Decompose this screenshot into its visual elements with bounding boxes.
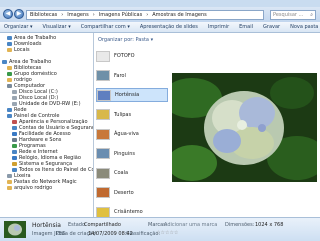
hydrangea-thumbnail [4, 221, 26, 238]
nav-item-label: Locais [14, 47, 30, 53]
folder-icon [12, 138, 17, 142]
search-icon[interactable]: ⌕ [310, 11, 313, 19]
folder-icon [7, 72, 12, 76]
image-thumbnail-icon [96, 109, 110, 120]
file-item[interactable]: Farol [96, 69, 168, 83]
navigation-pane[interactable]: Área de Trabalho Downloads Locais Área de T… [0, 33, 94, 217]
image-thumbnail-icon [96, 167, 110, 179]
breadcrumb-3[interactable]: Amostras de Imagens [152, 12, 207, 18]
folder-icon [12, 156, 17, 160]
file-item[interactable]: Deserto [96, 186, 168, 200]
nav-item-label: arquivo rodrigo [14, 185, 53, 191]
hydrangea-preview-image [172, 73, 317, 182]
toolbar-share[interactable]: Compartilhar com ▾ [81, 24, 130, 30]
details-pane: Hortênsia Imagem JPEG Estado: Compartilh… [0, 217, 320, 241]
folder-icon [12, 126, 17, 130]
folder-icon [12, 168, 17, 172]
file-item-name: Água-viva [114, 131, 139, 137]
toolbar-print[interactable]: Imprimir [208, 24, 229, 30]
preview-pane [170, 33, 320, 217]
folder-icon [12, 162, 17, 166]
file-item-name: Tulipas [114, 111, 132, 118]
file-item-name: Deserto [114, 189, 134, 196]
search-input[interactable]: Pesquisar ... ⌕ [270, 10, 316, 20]
file-item[interactable]: Pinguins [96, 147, 168, 161]
rating-stars[interactable]: ☆☆☆☆☆ [156, 230, 178, 236]
sort-control[interactable]: Organizar por: Pasta ▾ [98, 37, 153, 43]
folder-icon [7, 186, 12, 190]
folder-icon [7, 174, 12, 178]
breadcrumb-1[interactable]: Imagens [67, 12, 88, 18]
folder-icon [12, 96, 17, 100]
toolbar-view[interactable]: Visualizar ▾ [43, 24, 71, 30]
image-thumbnail-icon [96, 187, 110, 198]
toolbar-new-folder[interactable]: Nova pasta [290, 24, 318, 30]
folder-icon [12, 150, 17, 154]
folder-icon [7, 66, 12, 70]
image-thumbnail-icon [96, 50, 110, 62]
image-thumbnail-icon [96, 128, 110, 140]
folder-icon [7, 78, 12, 82]
folder-icon [12, 120, 17, 124]
chevron-right-icon: › [146, 12, 149, 18]
image-thumbnail-icon [96, 148, 110, 159]
nav-item-label: Unidade de DVD-RW (E:) [19, 101, 81, 107]
folder-icon [2, 60, 7, 64]
back-button[interactable]: ◀ [3, 9, 13, 19]
details-state-value: Compartilhado [84, 222, 121, 228]
details-file-name: Hortênsia [32, 222, 61, 229]
details-dims-label: Dimensões: [225, 222, 255, 228]
breadcrumb-0[interactable]: Bibliotecas [30, 12, 57, 18]
address-bar-row: ◀ ▶ Bibliotecas › Imagens › Imagens Públ… [0, 7, 320, 22]
image-thumbnail-icon [96, 206, 110, 217]
folder-icon [7, 36, 12, 40]
image-thumbnail-icon [96, 70, 110, 81]
sort-label: Organizar por: [98, 37, 134, 43]
details-dims-value: 1024 x 768 [255, 222, 284, 228]
nav-item[interactable]: arquivo rodrigo [0, 185, 93, 191]
file-item[interactable]: Crisântemo [96, 205, 168, 217]
file-item[interactable]: Hortênsia [96, 88, 168, 102]
file-item-name: Hortênsia [115, 92, 140, 98]
file-list[interactable]: Organizar por: Pasta ▾ FOTOFO Farol Hortên… [94, 33, 170, 217]
file-item-name: Coala [114, 170, 129, 176]
explorer-window: ◀ ▶ Bibliotecas › Imagens › Imagens Públ… [0, 0, 320, 241]
address-bar[interactable]: Bibliotecas › Imagens › Imagens Públicas… [26, 10, 264, 20]
folder-icon [12, 90, 17, 94]
folder-icon [7, 48, 12, 52]
sort-value[interactable]: Pasta ▾ [136, 37, 154, 43]
file-item-name: Crisântemo [114, 209, 143, 215]
toolbar-burn[interactable]: Gravar [263, 24, 280, 30]
toolbar-slideshow[interactable]: Apresentação de slides [140, 24, 198, 30]
search-placeholder: Pesquisar ... [273, 12, 304, 18]
breadcrumb-2[interactable]: Imagens Públicas [99, 12, 143, 18]
image-thumbnail-icon [97, 89, 111, 101]
file-item[interactable]: FOTOFO [96, 49, 168, 63]
file-item[interactable]: Coala [96, 166, 168, 180]
folder-icon [12, 132, 17, 136]
folder-icon [7, 42, 12, 46]
file-item-name: FOTOFO [114, 53, 135, 59]
folder-icon [7, 108, 12, 112]
file-item-name: Pinguins [114, 150, 135, 157]
folder-icon [7, 114, 12, 118]
folder-icon [7, 180, 12, 184]
file-item[interactable]: Água-viva [96, 127, 168, 141]
chevron-right-icon: › [92, 12, 95, 18]
folder-icon [7, 84, 12, 88]
file-item-name: Farol [114, 72, 126, 79]
folder-icon [12, 102, 17, 106]
details-tags-input[interactable]: Adicionar uma marca [164, 222, 217, 228]
folder-icon [12, 144, 17, 148]
details-rating-label: Classificação: [126, 231, 161, 237]
toolbar-email[interactable]: Email [239, 24, 253, 30]
file-item[interactable]: Tulipas [96, 108, 168, 122]
toolbar-organize[interactable]: Organizar ▾ [4, 24, 33, 30]
forward-button[interactable]: ▶ [14, 9, 24, 19]
chevron-right-icon: › [61, 12, 64, 18]
toolbar: Organizar ▾ Visualizar ▾ Compartilhar co… [0, 22, 320, 33]
